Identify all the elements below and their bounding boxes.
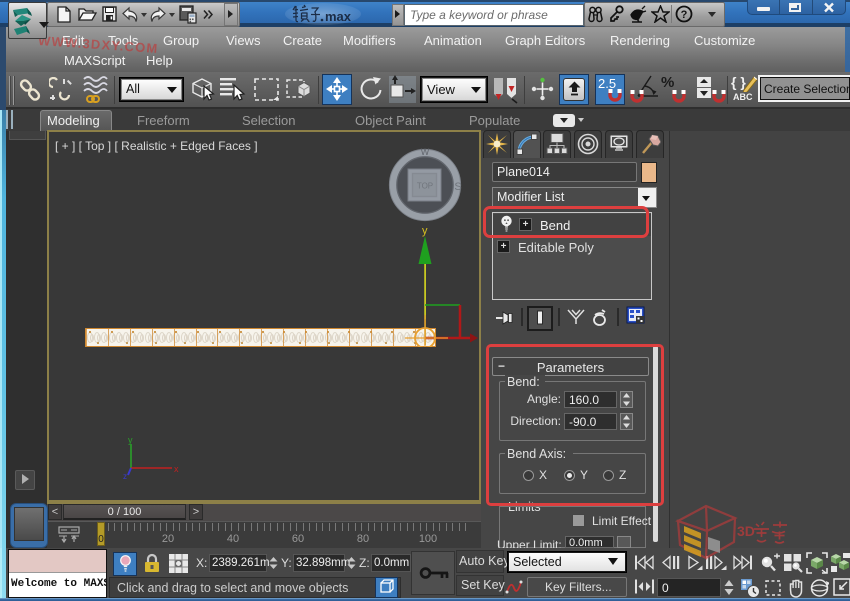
- svg-text:x: x: [174, 464, 179, 474]
- svg-text:y: y: [422, 225, 428, 237]
- svg-text:?: ?: [681, 9, 688, 21]
- svg-text:3D: 3D: [737, 523, 755, 539]
- svg-text:z: z: [123, 472, 127, 480]
- svg-text:TOP: TOP: [417, 182, 433, 191]
- svg-text:max: max: [325, 9, 352, 24]
- svg-text:S: S: [454, 181, 461, 193]
- svg-text:W: W: [421, 147, 430, 157]
- svg-text:y: y: [128, 436, 133, 445]
